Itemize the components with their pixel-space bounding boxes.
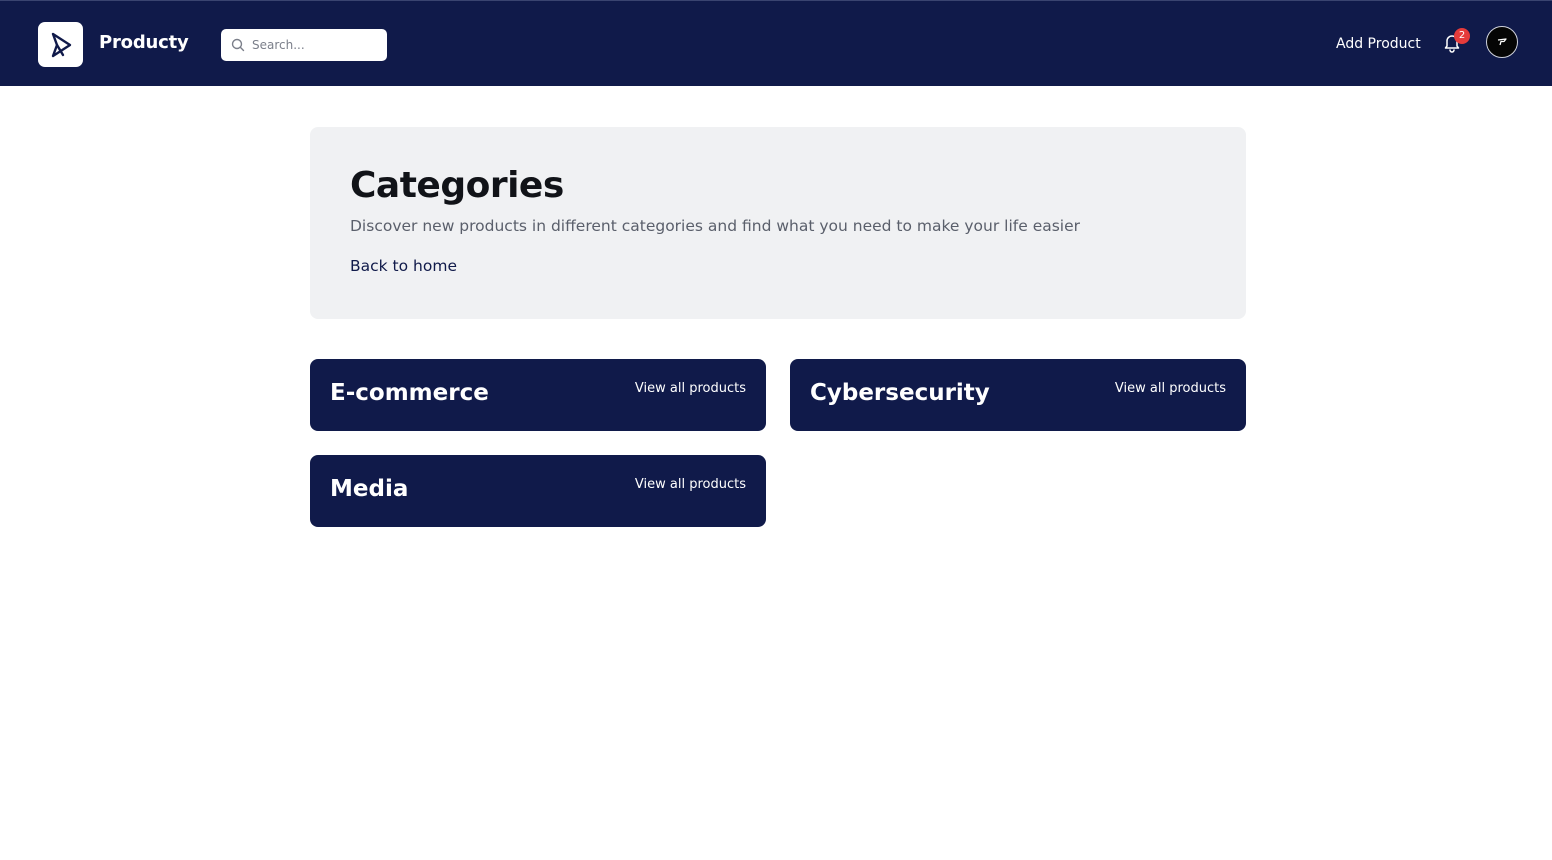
- add-product-link[interactable]: Add Product: [1336, 36, 1421, 52]
- play-logo-icon: [51, 32, 71, 57]
- brand-name[interactable]: Producty: [99, 32, 189, 53]
- top-navbar: Producty Add Product 2: [0, 0, 1552, 86]
- search-icon: [231, 38, 245, 52]
- notification-badge: 2: [1454, 28, 1470, 44]
- logo[interactable]: [38, 22, 83, 67]
- view-all-products-link[interactable]: View all products: [635, 477, 746, 492]
- category-name: E-commerce: [330, 380, 489, 406]
- search-input[interactable]: [252, 29, 380, 61]
- page-subtitle: Discover new products in different categ…: [350, 217, 1081, 235]
- category-card-ecommerce[interactable]: E-commerce View all products: [310, 359, 766, 431]
- user-avatar[interactable]: [1486, 26, 1518, 58]
- page-title: Categories: [350, 165, 564, 206]
- categories-header-panel: Categories Discover new products in diff…: [310, 127, 1246, 319]
- avatar-mark-icon: [1497, 38, 1507, 46]
- back-to-home-link[interactable]: Back to home: [350, 257, 457, 275]
- category-name: Media: [330, 476, 409, 502]
- search-box[interactable]: [221, 29, 387, 61]
- category-card-cybersecurity[interactable]: Cybersecurity View all products: [790, 359, 1246, 431]
- category-card-media[interactable]: Media View all products: [310, 455, 766, 527]
- category-name: Cybersecurity: [810, 380, 990, 406]
- view-all-products-link[interactable]: View all products: [635, 381, 746, 396]
- view-all-products-link[interactable]: View all products: [1115, 381, 1226, 396]
